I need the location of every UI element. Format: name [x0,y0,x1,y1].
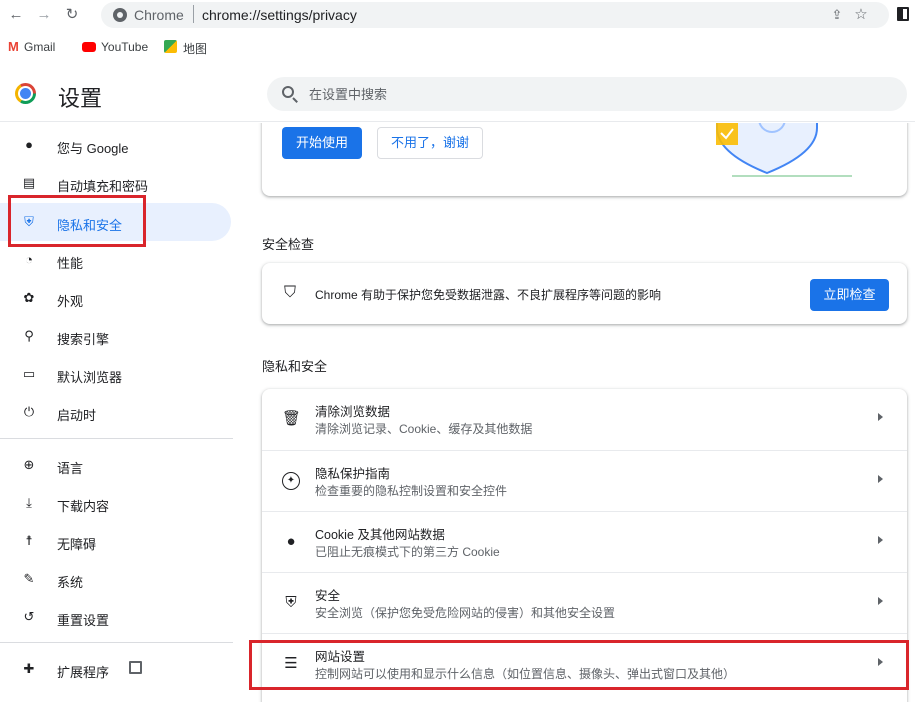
side-panel-icon[interactable] [897,7,909,21]
safety-check-card: ⛉ Chrome 有助于保护您免受数据泄露、不良扩展程序等问题的影响 立即检查 [262,263,907,324]
gmail-icon: M [8,39,19,54]
bookmark-star-icon[interactable]: ☆ [853,7,869,23]
compass-icon: ✦ [282,472,300,490]
person-icon: ● [25,137,33,152]
bookmarks-bar: M Gmail YouTube 地图 [0,36,915,60]
reset-icon: ↺ [23,609,35,624]
security-shield-icon: ⛨ [285,594,297,611]
row-subtitle: 检查重要的隐私控制设置和安全控件 [315,484,508,498]
sidebar-item-label: 默认浏览器 [57,370,123,385]
chevron-right-icon [878,597,883,605]
sidebar-item-label: 扩展程序 [57,665,110,680]
forward-arrow-icon[interactable]: → [34,5,54,25]
sidebar-item-label: 下载内容 [57,499,110,514]
row-subtitle: 已阻止无痕模式下的第三方 Cookie [315,545,500,559]
highlight-box-privacy [8,195,146,247]
bookmark-maps[interactable]: 地图 [183,40,207,57]
sidebar-item-label: 外观 [57,294,84,309]
open-in-new-icon [129,661,142,674]
sidebar-item-label: 重置设置 [57,613,110,628]
bookmark-gmail[interactable]: Gmail [24,40,55,54]
row-title: Cookie 及其他网站数据 [315,528,445,542]
url-text[interactable]: chrome://settings/privacy [202,7,357,23]
youtube-icon [82,42,96,52]
sidebar-item-you-and-google[interactable]: ● 您与 Google [0,126,231,164]
sidebar-item-system[interactable]: ✎ 系统 [0,560,231,598]
sidebar-item-label: 搜索引擎 [57,332,110,347]
chevron-right-icon [878,536,883,544]
row-cookies[interactable]: ● Cookie 及其他网站数据 已阻止无痕模式下的第三方 Cookie [262,511,907,572]
sidebar-item-on-startup[interactable]: ⏻ 启动时 [0,393,231,431]
sidebar-item-default-browser[interactable]: ▭ 默认浏览器 [0,355,231,393]
cookie-icon: ● [286,533,296,550]
safety-check-text: Chrome 有助于保护您免受数据泄露、不良扩展程序等问题的影响 [315,288,662,302]
settings-search[interactable] [267,77,907,111]
sidebar-item-label: 启动时 [57,408,97,423]
sidebar-item-accessibility[interactable]: ☨ 无障碍 [0,522,231,560]
speedometer-icon: ◔ [25,252,33,267]
page-title: 设置 [58,86,103,111]
sidebar-item-search-engine[interactable]: ⚲ 搜索引擎 [0,317,231,355]
sidebar-item-label: 无障碍 [57,537,97,552]
row-title: 清除浏览数据 [315,405,391,419]
row-subtitle: 清除浏览记录、Cookie、缓存及其他数据 [315,422,533,436]
row-subtitle: 安全浏览（保护您免受危险网站的侵害）和其他安全设置 [315,606,616,620]
sidebar-item-label: 系统 [57,575,84,590]
maps-icon [164,40,177,53]
settings-main: 开始使用 不用了，谢谢 安全检查 ⛉ Chrome 有助于保护您免受数据泄露、不… [240,123,915,702]
chrome-logo-icon [15,83,36,104]
check-now-button[interactable]: 立即检查 [810,279,889,311]
row-clear-browsing-data[interactable]: 🗑 清除浏览数据 清除浏览记录、Cookie、缓存及其他数据 [262,389,907,450]
get-started-button[interactable]: 开始使用 [282,127,362,159]
safety-shield-icon: ⛉ [284,284,297,301]
power-icon: ⏻ [23,404,35,419]
sidebar-item-label: 自动填充和密码 [57,179,149,194]
sidebar-divider [0,438,233,439]
search-icon: ⚲ [24,328,34,343]
clipboard-icon: ▤ [22,175,36,190]
bookmark-youtube[interactable]: YouTube [101,40,148,54]
reload-icon[interactable]: ↻ [62,5,82,25]
sidebar-item-languages[interactable]: ⊕ 语言 [0,446,231,484]
search-input[interactable] [309,84,869,104]
palette-icon: ✿ [23,290,35,305]
share-icon[interactable]: ⇪ [829,7,845,23]
puzzle-icon: ✚ [23,661,35,676]
sidebar-item-label: 您与 Google [57,141,129,156]
sidebar-item-reset[interactable]: ↺ 重置设置 [0,598,231,636]
url-origin: Chrome [134,7,184,23]
row-privacy-guide[interactable]: ✦ 隐私保护指南 检查重要的隐私控制设置和安全控件 [262,450,907,511]
sidebar-item-label: 性能 [57,256,84,271]
wrench-icon: ✎ [23,571,35,586]
no-thanks-button[interactable]: 不用了，谢谢 [377,127,483,159]
privacy-heading: 隐私和安全 [262,359,328,374]
back-arrow-icon[interactable]: ← [6,5,26,25]
privacy-guide-illustration-icon [716,123,852,177]
row-title: 隐私保护指南 [315,467,391,481]
browser-icon: ▭ [22,366,36,381]
download-icon: ⤓ [26,495,32,510]
trash-icon: 🗑 [282,410,302,427]
privacy-guide-promo-card: 开始使用 不用了，谢谢 [262,123,907,196]
chevron-right-icon [878,475,883,483]
search-icon [282,86,294,98]
url-separator [193,5,194,23]
row-security[interactable]: ⛨ 安全 安全浏览（保护您免受危险网站的侵害）和其他安全设置 [262,572,907,633]
settings-header: 设置 [0,66,915,122]
browser-toolbar: ← → ↻ Chrome chrome://settings/privacy ⇪… [0,0,915,30]
row-title: 安全 [315,589,341,603]
chrome-site-icon [113,8,127,22]
chevron-right-icon [878,413,883,421]
globe-icon: ⊕ [23,457,35,472]
accessibility-icon: ☨ [25,533,33,548]
sidebar-item-label: 语言 [57,461,84,476]
address-bar[interactable]: Chrome chrome://settings/privacy [101,2,889,28]
sidebar-item-downloads[interactable]: ⤓ 下载内容 [0,484,231,522]
highlight-box-site-settings [249,640,909,690]
sidebar-divider [0,642,233,643]
sidebar-item-appearance[interactable]: ✿ 外观 [0,279,231,317]
safety-check-heading: 安全检查 [262,237,315,252]
sidebar-item-extensions[interactable]: ✚ 扩展程序 [0,650,231,688]
